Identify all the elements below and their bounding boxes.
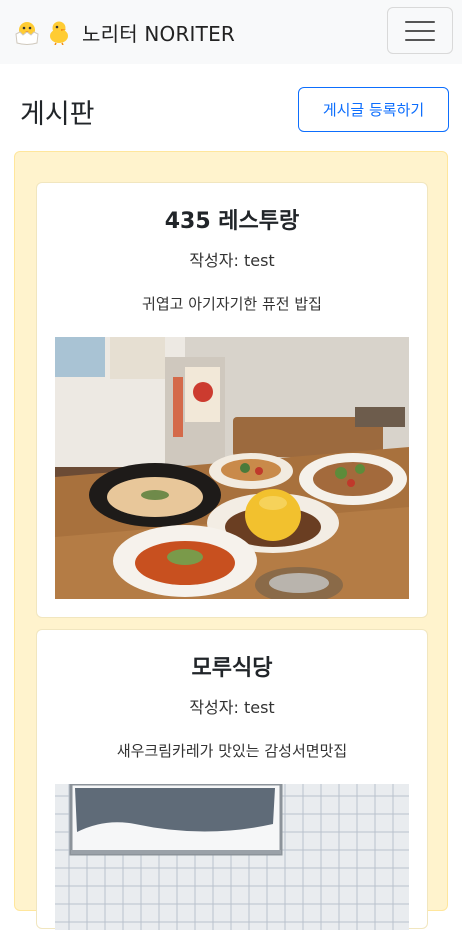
post-author: 작성자: test — [189, 698, 275, 717]
menu-toggle-button[interactable] — [387, 7, 453, 54]
brand-name: 노리터 NORITER — [82, 21, 236, 46]
restaurant-window-photo — [55, 784, 409, 930]
navbar: 노리터 NORITER — [0, 0, 462, 64]
post-board: 435 레스투랑 작성자: test 귀엽고 아기자기한 퓨전 밥집 모루식당 … — [14, 151, 448, 930]
post-description: 새우크림카레가 맛있는 감성서면맛집 — [116, 742, 348, 760]
hatching-chick-icon — [15, 22, 39, 45]
hamburger-icon — [405, 20, 435, 23]
post-description: 귀엽고 아기자기한 퓨전 밥집 — [142, 295, 322, 313]
baby-chick-icon — [50, 21, 68, 45]
post-image[interactable] — [55, 784, 409, 930]
brand-link[interactable]: 노리터 NORITER — [12, 18, 235, 47]
post-title[interactable]: 모루식당 — [37, 650, 427, 682]
write-post-button[interactable]: 게시글 등록하기 — [298, 87, 449, 132]
post-author: 작성자: test — [189, 251, 275, 270]
post-card[interactable]: 모루식당 작성자: test 새우크림카레가 맛있는 감성서면맛집 — [36, 629, 428, 930]
post-title[interactable]: 435 레스투랑 — [37, 203, 427, 235]
fusion-food-table-photo — [55, 337, 409, 599]
page-title: 게시판 — [20, 99, 95, 130]
post-image[interactable] — [55, 337, 409, 599]
post-card[interactable]: 435 레스투랑 작성자: test 귀엽고 아기자기한 퓨전 밥집 — [36, 182, 428, 618]
